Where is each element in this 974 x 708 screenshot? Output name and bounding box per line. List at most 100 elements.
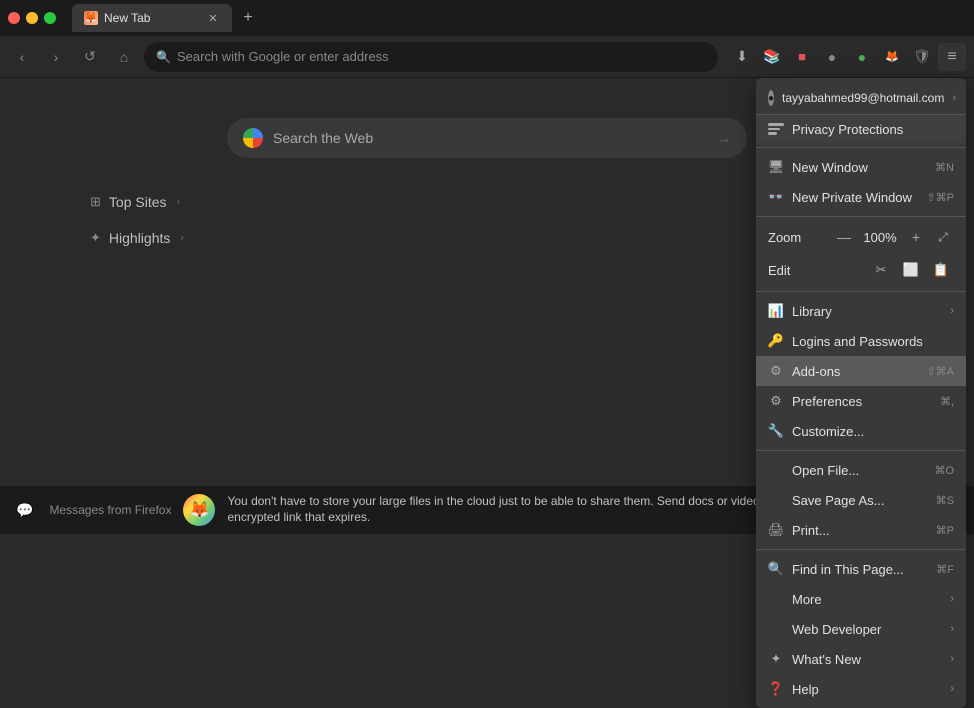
preferences-label: Preferences (792, 394, 932, 409)
account-circle-icon[interactable]: ● (818, 43, 846, 71)
close-button[interactable] (8, 12, 20, 24)
customize-icon: 🔧 (768, 423, 784, 439)
logins-item[interactable]: 🔑 Logins and Passwords (756, 326, 966, 356)
more-icon (768, 591, 784, 607)
back-icon: ‹ (20, 49, 25, 65)
title-bar: 🦊 New Tab ✕ + (0, 0, 974, 36)
zoom-minus-button[interactable]: — (832, 225, 856, 249)
new-tab-button[interactable]: + (236, 6, 260, 30)
tab-close-button[interactable]: ✕ (206, 11, 220, 25)
preferences-item[interactable]: ⚙ Preferences ⌘, (756, 386, 966, 416)
home-icon: ⌂ (120, 49, 128, 65)
account-menu-item[interactable]: ● tayyabahmed99@hotmail.com › (756, 82, 966, 115)
privacy-protections-item[interactable]: Privacy Protections (756, 115, 966, 143)
library-icon[interactable]: 📚 (758, 43, 786, 71)
addons-shortcut: ⇧⌘A (926, 365, 954, 378)
new-private-window-item[interactable]: 👓 New Private Window ⇧⌘P (756, 182, 966, 212)
whats-new-arrow: › (950, 653, 954, 665)
addons-label: Add-ons (792, 364, 918, 379)
home-button[interactable]: ⌂ (110, 43, 138, 71)
menu-button[interactable]: ≡ (938, 43, 966, 71)
privacy-protections-label: Privacy Protections (792, 122, 954, 137)
find-item[interactable]: 🔍 Find in This Page... ⌘F (756, 554, 966, 584)
edit-label: Edit (768, 263, 864, 278)
more-label: More (792, 592, 942, 607)
highlights-chevron: › (180, 232, 184, 244)
open-file-item[interactable]: Open File... ⌘O (756, 455, 966, 485)
reload-icon: ↺ (84, 48, 96, 65)
help-icon: ❓ (768, 681, 784, 697)
top-sites-label: Top Sites (109, 194, 167, 210)
back-button[interactable]: ‹ (8, 43, 36, 71)
account-avatar: ● (768, 90, 774, 106)
account-email: tayyabahmed99@hotmail.com (782, 91, 944, 105)
dropdown-menu: ● tayyabahmed99@hotmail.com › Privacy Pr… (756, 78, 966, 708)
container-icon[interactable]: 🦊 (878, 43, 906, 71)
new-window-icon: 🖥 (768, 159, 784, 175)
addons-icon: ⚙ (768, 363, 784, 379)
forward-button[interactable]: › (42, 43, 70, 71)
menu-divider-2 (756, 216, 966, 217)
highlights-section[interactable]: ✦ Highlights › (80, 224, 194, 252)
top-sites-section[interactable]: ⊞ Top Sites › (80, 188, 190, 216)
google-search-placeholder: Search the Web (273, 130, 373, 146)
web-developer-item[interactable]: Web Developer › (756, 614, 966, 644)
account-arrow: › (952, 92, 956, 104)
open-file-icon (768, 462, 784, 478)
messages-icon: 💬 (16, 502, 33, 519)
shield-icon[interactable]: 🛡 (908, 43, 936, 71)
pocket-icon[interactable]: ■ (788, 43, 816, 71)
active-tab[interactable]: 🦊 New Tab ✕ (72, 4, 232, 32)
customize-item[interactable]: 🔧 Customize... (756, 416, 966, 446)
save-page-item[interactable]: Save Page As... ⌘S (756, 485, 966, 515)
new-private-shortcut: ⇧⌘P (926, 191, 954, 204)
library-item[interactable]: 📊 Library › (756, 296, 966, 326)
find-shortcut: ⌘F (936, 563, 954, 576)
download-icon[interactable]: ⬇ (728, 43, 756, 71)
zoom-expand-button[interactable]: ⤢ (932, 226, 954, 248)
new-window-shortcut: ⌘N (935, 161, 954, 174)
sync-icon[interactable]: ● (848, 43, 876, 71)
find-icon: 🔍 (768, 561, 784, 577)
save-page-label: Save Page As... (792, 493, 928, 508)
customize-label: Customize... (792, 424, 954, 439)
maximize-button[interactable] (44, 12, 56, 24)
reload-button[interactable]: ↺ (76, 43, 104, 71)
tab-title: New Tab (104, 11, 150, 25)
copy-button[interactable]: ⬜ (898, 257, 924, 283)
edit-icons: ✂ ⬜ 📋 (868, 257, 954, 283)
web-developer-arrow: › (950, 623, 954, 635)
minimize-button[interactable] (26, 12, 38, 24)
new-window-item[interactable]: 🖥 New Window ⌘N (756, 152, 966, 182)
logins-icon: 🔑 (768, 333, 784, 349)
help-label: Help (792, 682, 942, 697)
google-logo (243, 128, 263, 148)
whats-new-label: What's New (792, 652, 942, 667)
highlights-label: Highlights (109, 230, 170, 246)
zoom-plus-button[interactable]: + (904, 225, 928, 249)
paste-button[interactable]: 📋 (928, 257, 954, 283)
tab-bar: 🦊 New Tab ✕ + (72, 4, 966, 32)
privacy-icon (768, 121, 784, 137)
print-item[interactable]: 🖨 Print... ⌘P (756, 515, 966, 545)
save-page-icon (768, 492, 784, 508)
addons-item[interactable]: ⚙ Add-ons ⇧⌘A (756, 356, 966, 386)
edit-row: Edit ✂ ⬜ 📋 (756, 253, 966, 287)
menu-divider-5 (756, 549, 966, 550)
new-private-icon: 👓 (768, 189, 784, 205)
more-arrow: › (950, 593, 954, 605)
help-arrow: › (950, 683, 954, 695)
preferences-icon: ⚙ (768, 393, 784, 409)
whats-new-item[interactable]: ✦ What's New › (756, 644, 966, 674)
toolbar-icons: ⬇ 📚 ■ ● ● 🦊 🛡 ≡ (728, 43, 966, 71)
new-private-label: New Private Window (792, 190, 918, 205)
menu-divider-1 (756, 147, 966, 148)
cut-button[interactable]: ✂ (868, 257, 894, 283)
address-bar[interactable]: 🔍 Search with Google or enter address (144, 42, 718, 72)
zoom-row: Zoom — 100% + ⤢ (756, 221, 966, 253)
google-search-bar[interactable]: Search the Web → (227, 118, 747, 158)
help-item[interactable]: ❓ Help › (756, 674, 966, 704)
menu-divider-3 (756, 291, 966, 292)
library-label: Library (792, 304, 942, 319)
more-item[interactable]: More › (756, 584, 966, 614)
